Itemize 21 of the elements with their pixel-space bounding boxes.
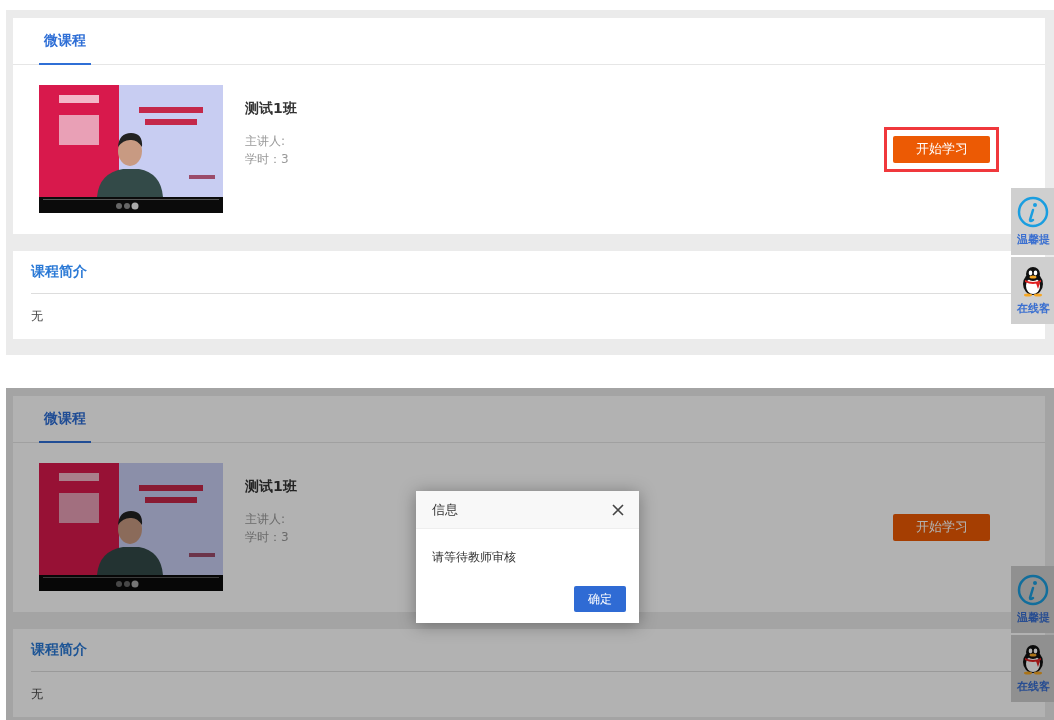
- dialog-message: 请等待教师审核: [431, 549, 517, 566]
- lecturer-label: 主讲人:: [245, 133, 287, 150]
- course-title: 测试1班: [245, 478, 298, 496]
- tab[interactable]: 微课程: [39, 396, 91, 443]
- intro-text: 无: [31, 687, 43, 701]
- hours-label: 学时：3: [245, 529, 290, 546]
- side-tool[interactable]: 在线客: [1011, 635, 1054, 702]
- info-icon: [1017, 574, 1049, 606]
- start-button[interactable]: 开始学习: [893, 135, 990, 163]
- hours-label: 学时：3: [245, 151, 290, 168]
- side-tool[interactable]: 在线客: [1011, 257, 1054, 324]
- tab[interactable]: 微课程: [39, 18, 91, 65]
- info-icon: [1017, 196, 1049, 228]
- lecturer-label: 主讲人:: [245, 511, 287, 528]
- side-tool[interactable]: 温馨提: [1011, 188, 1054, 255]
- course-title: 测试1班: [245, 100, 298, 118]
- intro-text: 无: [31, 309, 43, 323]
- start-button[interactable]: 开始学习: [893, 513, 990, 541]
- dialog-title: 信息: [432, 500, 458, 519]
- ok-button[interactable]: 确定: [574, 586, 626, 612]
- side-tool[interactable]: 温馨提: [1011, 566, 1054, 633]
